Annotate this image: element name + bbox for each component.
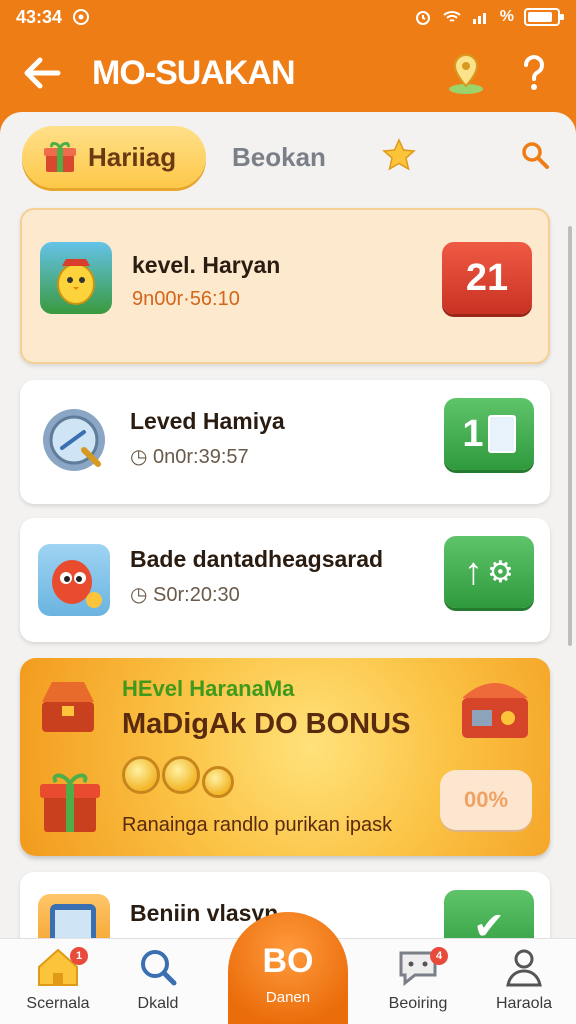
gear-icon [43,409,105,471]
battery-icon [524,8,564,26]
status-bar: 43:34 % [0,0,576,34]
task-2-badge[interactable]: 1 [444,398,534,470]
nav-home-badge: 1 [70,947,88,965]
task-2-timer-row: ◷ 0n0r:39:57 [130,444,249,469]
bonus-description: Ranainga randlo purikan ipask [122,814,393,836]
star-icon [382,137,416,171]
wifi-icon [443,11,461,22]
bonus-banner[interactable]: HEvel HaranaMa MaDigAk DO BONUS Ranainga… [20,658,550,856]
task-3-title: Bade dantadheagsarad [130,546,384,572]
status-percent: % [499,8,514,25]
task-2-timer: 0n0r:39:57 [153,446,249,468]
search-icon [522,141,549,169]
location-button[interactable] [444,51,488,95]
tab-daily[interactable]: Hariiag [22,126,206,188]
task-3-thumbnail [38,544,110,616]
back-button[interactable] [20,51,64,95]
gift-icon [44,141,76,172]
nav-home[interactable]: 1 Scernala [8,945,108,1021]
task-2-badge-value: 1 [462,412,484,455]
nav-profile-label: Haraola [495,995,553,1012]
coin-icon [122,756,160,794]
task-3-timer-row: ◷ S0r:20:30 [130,582,240,607]
signal-icon [472,13,486,24]
settings-status-icon [73,9,90,25]
task-card-3[interactable]: Bade dantadheagsarad ◷ S0r:20:30 ↑ ⚙ [20,518,550,642]
task-2-title: Leved Hamiya [130,408,285,434]
chick-character-icon [57,259,95,305]
nav-search-label: Dkald [137,995,179,1012]
clock-icon: ◷ [130,584,154,606]
page-title: MO-SUAKAN [92,53,296,92]
arrow-left-icon [24,57,61,89]
question-icon [524,55,544,90]
search-button[interactable] [520,140,550,175]
task-card-2[interactable]: Leved Hamiya ◷ 0n0r:39:57 1 [20,380,550,504]
center-logo: BO [262,942,314,980]
nav-chat[interactable]: 4 Beoiring [368,945,468,1021]
bird-character-icon [52,560,102,608]
alarm-icon [415,11,430,25]
status-time: 43:34 [16,6,63,27]
task-3-badge[interactable]: ↑ ⚙ [444,536,534,608]
nav-search[interactable]: Dkald [108,945,208,1021]
tab-weekly[interactable]: Beokan [232,142,326,173]
task-card-1[interactable]: kevel. Haryan 9n00r·56:10 21 [20,208,550,364]
nav-center-button[interactable]: BO Danen [228,912,348,1024]
task-1-thumbnail [40,242,112,314]
task-3-timer: S0r:20:30 [153,584,240,606]
help-button[interactable] [512,51,556,95]
coin-icon [202,766,234,798]
reward-chest-icon [462,683,528,738]
bonus-claim-button[interactable]: 00% [440,770,532,830]
nav-home-label: Scernala [26,995,90,1012]
bonus-subtitle: HEvel HaranaMa [122,676,295,701]
bonus-title: MaDigAk DO BONUS [122,708,411,740]
nav-profile[interactable]: Haraola [474,945,574,1021]
tab-bar: Hariiag Beokan [22,126,556,188]
task-1-title: kevel. Haryan [132,252,281,278]
app-header: MO-SUAKAN [0,34,576,112]
nav-chat-label: Beoiring [388,995,448,1012]
gift-box-icon [40,773,100,832]
treasure-chest-icon [42,682,94,732]
task-1-badge-value: 21 [465,256,509,299]
task-1-timer: 9n00r·56:10 [132,288,240,310]
clock-icon: ◷ [130,446,154,468]
task-2-thumbnail [38,404,110,476]
card-picture-icon [487,415,516,453]
nav-chat-badge: 4 [430,947,448,965]
coin-icon [162,756,200,794]
search-icon [141,950,177,986]
gamepad-icon: ⚙ [487,555,514,589]
favorites-button[interactable] [382,137,416,177]
map-pin-icon [449,53,483,94]
task-3-badge-value: ↑ [464,550,484,593]
tab-daily-label: Hariiag [88,141,177,172]
scrollbar[interactable] [568,226,572,646]
user-icon [506,949,542,987]
task-1-badge[interactable]: 21 [442,242,532,314]
nav-center-label: Danen [265,989,311,1006]
